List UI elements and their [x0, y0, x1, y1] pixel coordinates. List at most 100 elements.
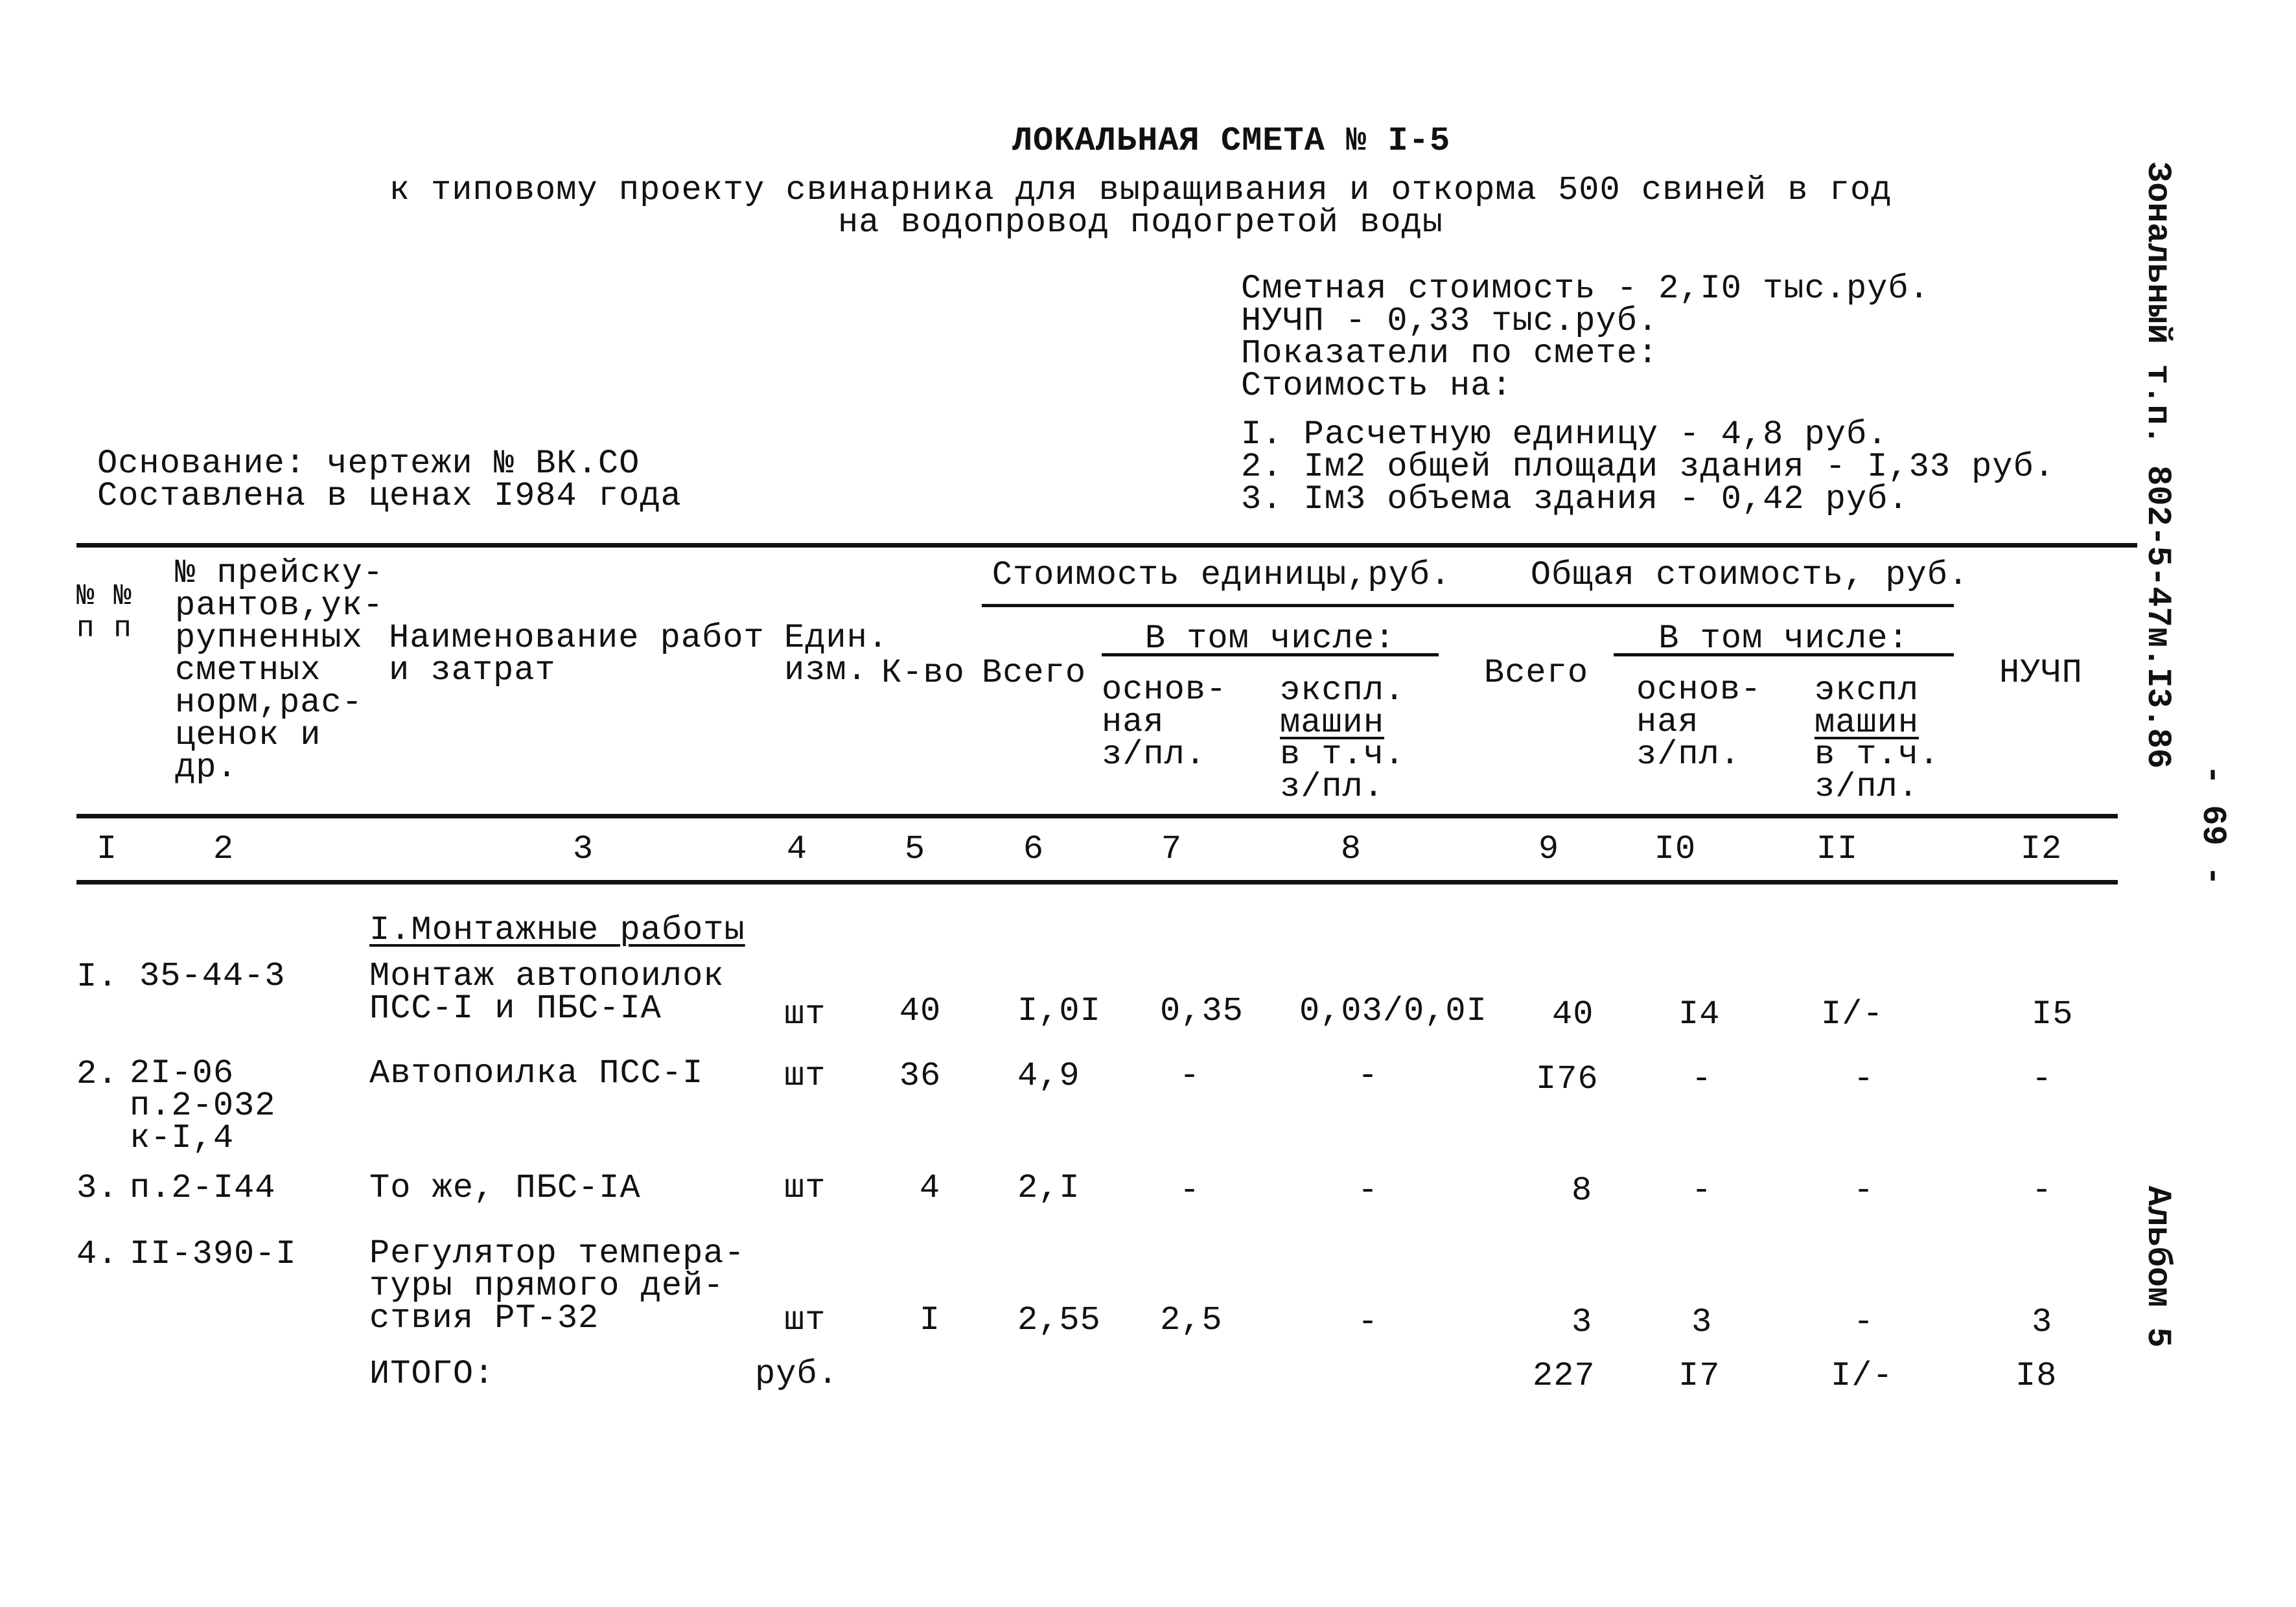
column-number: 9 — [1538, 830, 1560, 868]
margin-project-code: Зональный т.п. 802-5-47м.I3.86 — [2139, 162, 2177, 769]
row-unit-total: 4,9 — [1017, 1057, 1080, 1095]
nuchp-total: НУЧП - 0,33 тыс.руб. — [1241, 302, 1659, 340]
row-unit-total: I,0I — [1017, 992, 1101, 1030]
row-total-wage: - — [1691, 1060, 1713, 1098]
row-total-wage: - — [1691, 1172, 1713, 1210]
row-number: 3. — [76, 1169, 119, 1207]
total-label: ИТОГО: — [369, 1355, 495, 1393]
row-code: 2I-06 п.2-032 к-I,4 — [130, 1054, 276, 1157]
section-title: I.Монтажные работы — [369, 911, 745, 949]
cost-on-label: Стоимость на: — [1241, 367, 1513, 405]
header-nuchp: НУЧП — [1999, 654, 2083, 692]
column-number: 6 — [1023, 830, 1045, 868]
column-number: 4 — [786, 830, 808, 868]
column-number: I0 — [1654, 830, 1697, 868]
total-unit: руб. — [755, 1355, 839, 1393]
row-unit: шт — [784, 1057, 826, 1095]
indicator-item: I. Расчетную единицу - 4,8 руб. — [1241, 415, 1888, 454]
row-unit: шт — [784, 995, 826, 1034]
header-unit-base-wage: основ- ная з/пл. — [1102, 671, 1227, 774]
row-name: То же, ПБС-IA — [369, 1169, 641, 1207]
row-total-wage: 3 — [1691, 1303, 1713, 1341]
row-unit-wage: - — [1179, 1172, 1201, 1210]
header-unit-machine-top: экспл. — [1280, 671, 1406, 710]
row-number: 2. — [76, 1055, 119, 1093]
row-nuchp: - — [2032, 1172, 2053, 1210]
header-quantity: К-во — [881, 654, 965, 692]
header-bottom-rule — [76, 814, 2118, 818]
margin-page-number: - 69 - — [2194, 765, 2232, 886]
header-price-list-code: № прейску- рантов,ук- рупненных сметных … — [175, 554, 384, 787]
row-nuchp: - — [2032, 1060, 2053, 1098]
total-wage: I7 — [1678, 1357, 1721, 1395]
cost-group-rule — [982, 604, 1954, 607]
row-unit-machine: 0,03/0,0I — [1299, 992, 1487, 1030]
header-total-machine-top: экспл — [1815, 671, 1919, 710]
row-name: Монтаж автопоилок ПСС-I и ПБС-IA — [369, 957, 725, 1028]
column-number: I — [96, 830, 118, 868]
header-unit: Един. изм. — [784, 619, 889, 689]
header-work-name: Наименование работ и затрат — [389, 619, 765, 689]
row-unit-machine: - — [1358, 1303, 1379, 1341]
header-total-machine-wage: в т.ч. з/пл. — [1815, 735, 1940, 806]
header-total: Всего — [1484, 654, 1589, 692]
column-number: 7 — [1161, 830, 1183, 868]
row-qty: 4 — [919, 1169, 941, 1207]
total-sum: 227 — [1533, 1357, 1595, 1395]
row-nuchp: 3 — [2032, 1303, 2053, 1341]
total-nuchp: I8 — [2015, 1357, 2058, 1395]
header-row-number: № № п п — [76, 579, 132, 645]
row-code: 35-44-3 — [139, 957, 286, 995]
header-total-base-wage: основ- ная з/пл. — [1636, 671, 1762, 774]
indicator-item: 3. Iм3 объема здания - 0,42 руб. — [1241, 480, 1909, 518]
row-code: п.2-I44 — [130, 1169, 276, 1207]
header-unit-including: В том числе: — [1144, 619, 1396, 658]
row-number: 4. — [76, 1235, 119, 1273]
table-top-rule — [76, 543, 2137, 548]
indicator-item: 2. Iм2 общей площади здания - I,33 руб. — [1241, 448, 2055, 486]
row-qty: 40 — [899, 992, 942, 1030]
row-total-machine: - — [1853, 1172, 1875, 1210]
estimate-subtitle-line2: на водопровод подогретой воды — [838, 203, 1443, 242]
column-number: 2 — [213, 830, 235, 868]
column-number: 5 — [904, 830, 926, 868]
estimate-title: ЛОКАЛЬНАЯ СМЕТА № I-5 — [1012, 122, 1451, 160]
total-machine: I/- — [1831, 1357, 1894, 1395]
row-unit-wage: 2,5 — [1160, 1301, 1223, 1339]
row-name: Автопоилка ПСС-I — [369, 1054, 704, 1093]
row-unit-wage: 0,35 — [1160, 992, 1244, 1030]
estimate-subtitle-line1: к типовому проекту свинарника для выращи… — [389, 171, 1892, 209]
basis-prices-year: Составлена в ценах I984 года — [97, 477, 682, 515]
row-total: I76 — [1536, 1060, 1599, 1098]
row-qty: 36 — [899, 1057, 942, 1095]
row-qty: I — [919, 1301, 941, 1339]
row-nuchp: I5 — [2032, 995, 2074, 1034]
indicators-label: Показатели по смете: — [1241, 334, 1659, 373]
row-unit-total: 2,55 — [1017, 1301, 1101, 1339]
column-number: I2 — [2020, 830, 2063, 868]
header-unit-total: Всего — [982, 654, 1087, 692]
header-total-cost-group: Общая стоимость, руб. — [1530, 556, 1969, 594]
row-unit-machine: - — [1358, 1172, 1379, 1210]
header-unit-machine-wage: в т.ч. з/пл. — [1280, 735, 1406, 806]
row-unit-machine: - — [1358, 1057, 1379, 1095]
row-unit-total: 2,I — [1017, 1169, 1080, 1207]
column-number: 8 — [1340, 830, 1362, 868]
row-total-machine: - — [1853, 1303, 1875, 1341]
estimated-cost: Сметная стоимость - 2,I0 тыс.руб. — [1241, 270, 1930, 308]
header-total-including: В том числе: — [1658, 619, 1909, 658]
column-numbers-rule — [76, 880, 2118, 884]
margin-album: Альбом 5 — [2139, 1186, 2177, 1348]
row-name: Регулятор темпера- туры прямого дей- ств… — [369, 1234, 745, 1337]
row-total-wage: I4 — [1678, 995, 1721, 1034]
column-number: II — [1816, 830, 1859, 868]
row-total: 8 — [1571, 1172, 1593, 1210]
column-number: 3 — [572, 830, 594, 868]
row-total: 3 — [1571, 1303, 1593, 1341]
row-code: II-390-I — [130, 1235, 297, 1273]
row-total: 40 — [1552, 995, 1594, 1034]
row-total-machine: - — [1853, 1060, 1875, 1098]
row-unit: шт — [784, 1169, 826, 1207]
header-unit-cost-group: Стоимость единицы,руб. — [991, 556, 1452, 594]
basis-drawings: Основание: чертежи № ВК.СО — [97, 445, 640, 483]
